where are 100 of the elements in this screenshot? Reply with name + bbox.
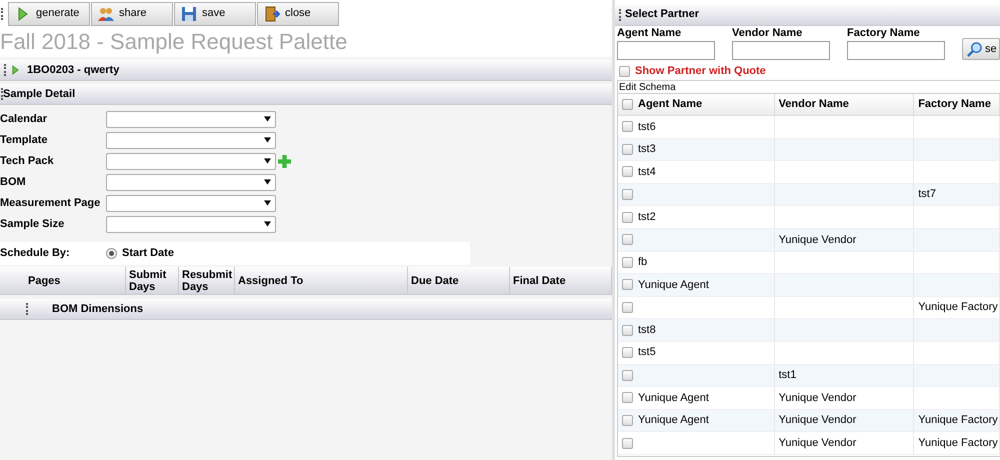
field-label: BOM (0, 174, 27, 190)
table-cell: tst7 (914, 184, 1000, 206)
table-row[interactable]: Yunique Agent Yunique Vendor (618, 387, 1000, 410)
dropdown[interactable] (106, 216, 276, 232)
field-label: Agent Name (617, 26, 682, 40)
column-header[interactable]: Submit Days (126, 267, 179, 294)
column-header[interactable]: Pages (25, 267, 126, 294)
checkbox[interactable] (622, 347, 633, 358)
field-label: Vendor Name (732, 26, 804, 40)
section-title: Sample Detail (3, 86, 76, 102)
checkbox[interactable] (622, 166, 633, 178)
dropdown[interactable] (106, 110, 276, 128)
dropdown-arrow-icon (264, 200, 271, 206)
generate-button[interactable]: generate (8, 2, 90, 26)
column-header[interactable]: Vendor Name (774, 94, 914, 115)
dropdown[interactable] (106, 152, 276, 170)
text-field[interactable] (732, 41, 830, 60)
table-cell-text: tst4 (638, 164, 656, 180)
checkbox[interactable] (622, 234, 633, 246)
dropdown[interactable] (106, 174, 276, 190)
checkbox[interactable] (622, 279, 633, 290)
column-header[interactable]: Factory Name (914, 94, 1000, 115)
radio-option[interactable]: Start Date (106, 245, 174, 262)
section-title: Select Partner (625, 7, 699, 22)
column-header[interactable]: Agent Name (638, 96, 702, 113)
table-cell: Yunique Factory (914, 410, 1000, 432)
checkbox[interactable] (622, 302, 633, 314)
dropdown-arrow-icon (264, 221, 271, 227)
table-row[interactable]: tst6 (618, 116, 1000, 139)
table-cell-text: tst5 (638, 345, 656, 360)
door-icon (264, 6, 280, 22)
search-icon (967, 42, 982, 56)
section-title: BOM Dimensions (52, 302, 144, 317)
table-cell-text: tst3 (638, 142, 656, 158)
table-cell-text: Yunique Agent (638, 278, 709, 293)
play-icon (10, 64, 21, 76)
table-cell-text: Yunique Agent (638, 413, 709, 428)
field-label: Calendar (0, 112, 48, 127)
table-row[interactable]: fb (618, 252, 1000, 274)
checkbox[interactable] (622, 256, 633, 268)
field-label: Schedule By: (0, 246, 71, 262)
dropdown-arrow-icon (264, 158, 271, 164)
table-cell-text: tst6 (638, 120, 656, 135)
table-cell: Yunique Vendor (774, 387, 914, 409)
table-cell: Yunique Factory (914, 432, 1000, 454)
table-cell: Yunique Factory (914, 296, 1000, 318)
page-title: Fall 2018 - Sample Request Palette (0, 27, 612, 57)
checkbox[interactable] (622, 438, 633, 449)
dropdown-arrow-icon (264, 179, 271, 185)
field-label: Sample Size (0, 216, 66, 232)
dropdown[interactable] (106, 194, 276, 212)
checkbox[interactable] (622, 392, 633, 404)
share-button[interactable]: share (91, 2, 173, 26)
table-cell: tst1 (774, 364, 914, 386)
field-label: Template (0, 132, 48, 148)
checkbox[interactable] (622, 415, 633, 426)
people-icon (98, 6, 114, 22)
table-row[interactable]: Yunique Vendor (618, 228, 1000, 252)
checkbox[interactable] (622, 121, 633, 132)
checkbox[interactable] (622, 324, 633, 336)
table-cell-text: tst2 (638, 210, 656, 225)
table-row[interactable]: Yunique Vendor Yunique Factory (618, 432, 1000, 455)
column-header[interactable]: Due Date (408, 267, 510, 294)
checkbox[interactable] (622, 99, 633, 110)
save-button[interactable]: save (174, 2, 256, 26)
table-row[interactable]: tst8 (618, 319, 1000, 342)
dropdown[interactable] (106, 132, 276, 148)
checkbox[interactable] (622, 144, 633, 155)
radio-button[interactable] (106, 248, 117, 259)
table-row[interactable]: tst4 (618, 161, 1000, 184)
table-row[interactable]: tst2 (618, 206, 1000, 229)
checkbox[interactable] (622, 189, 633, 200)
table-cell: Yunique Vendor (774, 432, 914, 454)
checkbox[interactable] (622, 370, 633, 381)
field-label: Measurement Page (0, 196, 102, 211)
checkbox[interactable] (622, 212, 633, 223)
dropdown-arrow-icon (264, 116, 271, 122)
table-row[interactable]: Yunique Agent (618, 274, 1000, 297)
table-cell: Yunique Vendor (774, 228, 914, 251)
search-button[interactable]: se (962, 38, 1000, 60)
table-cell-text: fb (638, 255, 648, 270)
text-field[interactable] (617, 41, 715, 60)
close-button[interactable]: close (257, 2, 339, 26)
table-row[interactable]: tst7 (618, 184, 1000, 206)
text-field[interactable] (847, 41, 945, 60)
table-row[interactable]: tst3 (618, 138, 1000, 162)
checkbox-label: Show Partner with Quote (635, 64, 766, 79)
field-label: Factory Name (847, 26, 921, 40)
table-cell-text: Yunique Agent (638, 390, 709, 406)
table-cell-text: tst8 (638, 322, 656, 338)
dropdown-arrow-icon (264, 137, 271, 143)
column-header[interactable]: Assigned To (235, 267, 408, 294)
table-row[interactable]: tst5 (618, 342, 1000, 365)
add-icon[interactable] (278, 154, 291, 168)
table-row[interactable]: tst1 (618, 364, 1000, 388)
table-cell: Yunique Vendor (774, 410, 914, 432)
table-row[interactable]: Yunique Agent Yunique Vendor Yunique Factory (618, 410, 1000, 432)
table-row[interactable]: Yunique Factory (618, 296, 1000, 320)
column-header[interactable]: Resubmit Days (179, 267, 235, 294)
checkbox[interactable] (619, 66, 630, 76)
